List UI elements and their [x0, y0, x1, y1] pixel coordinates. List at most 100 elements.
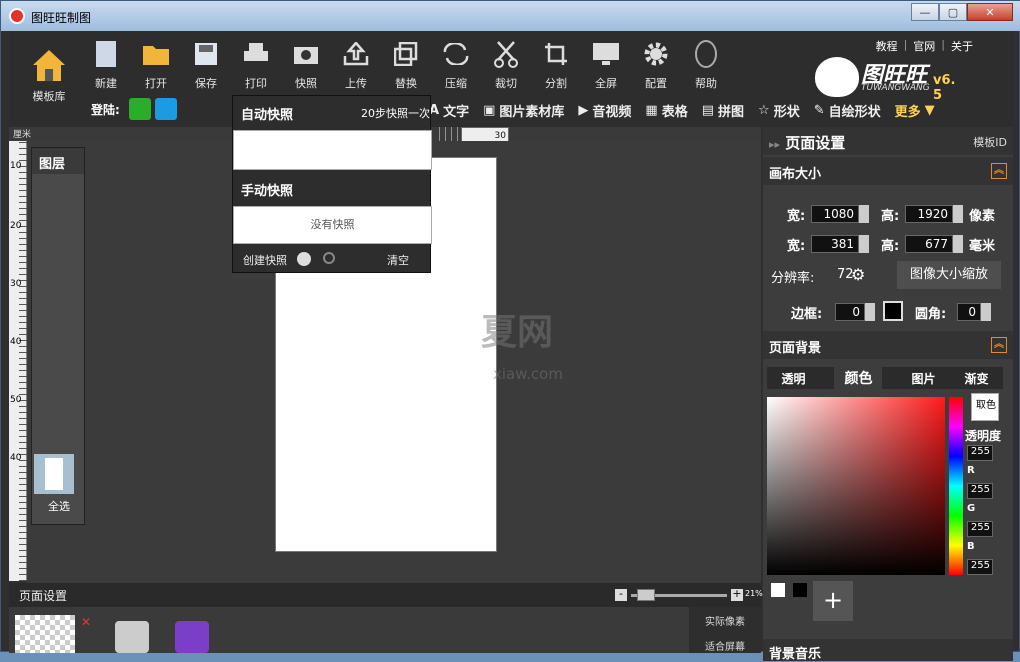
radius-input[interactable]: 0: [957, 303, 981, 321]
collapse-icon[interactable]: ︽: [991, 337, 1007, 353]
border-spinner[interactable]: [865, 303, 875, 321]
clear-snapshots-button[interactable]: 清空: [387, 252, 409, 268]
add-page-icon[interactable]: [115, 621, 149, 653]
red-input[interactable]: 255: [967, 483, 993, 499]
new-button[interactable]: 新建: [83, 39, 129, 91]
image-icon: ▣: [483, 103, 496, 118]
snapshot-popup: 自动快照 20步快照一次 手动快照 没有快照 创建快照 清空: [232, 95, 432, 273]
border-input[interactable]: 0: [835, 303, 865, 321]
create-snapshot-button[interactable]: 创建快照: [243, 252, 287, 268]
qq-login-icon[interactable]: [155, 98, 177, 120]
select-all-button[interactable]: 全选: [32, 498, 86, 514]
height-px-input[interactable]: 1920: [905, 205, 953, 223]
white-swatch[interactable]: [771, 583, 785, 597]
penguin-icon: [683, 39, 729, 69]
page-thumbnails: [9, 607, 689, 653]
about-link[interactable]: 关于: [951, 38, 973, 54]
tab-image[interactable]: 图片: [911, 370, 935, 387]
collapse-icon[interactable]: ︽: [991, 163, 1007, 179]
green-input[interactable]: 255: [967, 521, 993, 537]
background-tabs: 透明 颜色 图片 渐变: [767, 365, 1003, 391]
color-picker-area[interactable]: [767, 397, 945, 575]
login-label: 登陆:: [91, 103, 120, 117]
tab-gradient[interactable]: 渐变: [964, 370, 988, 387]
view-options: 实际像素 适合屏幕: [689, 607, 761, 653]
zoom-in-button[interactable]: +: [731, 588, 743, 601]
more-button[interactable]: 更多 ▼: [895, 101, 935, 120]
text-tool[interactable]: A 文字: [429, 101, 469, 120]
page-background-section: 页面背景 ︽: [763, 331, 1013, 359]
width-px-input[interactable]: 1080: [811, 205, 859, 223]
minimize-button[interactable]: —: [911, 3, 939, 21]
media-tool[interactable]: ▶ 音视频: [578, 101, 631, 120]
canvas-size-section: 画布大小 ︽: [763, 157, 1013, 185]
page-thumbnail[interactable]: [15, 615, 75, 653]
actual-pixels-button[interactable]: 实际像素: [689, 613, 761, 628]
zoom-slider-handle[interactable]: [637, 589, 655, 601]
image-scale-button[interactable]: 图像大小缩放: [897, 261, 1001, 289]
pawn-icon[interactable]: [175, 621, 209, 653]
custom-shape-tool[interactable]: ✎ 自绘形状: [814, 101, 881, 120]
snapshot-settings-icon[interactable]: [297, 252, 311, 266]
page-settings-panel: ▸▸ 页面设置 模板ID 画布大小 ︽ 宽: 1080 高: 1920 像素 宽…: [763, 127, 1013, 662]
image-library-tool[interactable]: ▣ 图片素材库: [483, 101, 564, 120]
compress-button[interactable]: 压缩: [433, 39, 479, 91]
height-mm-input[interactable]: 677: [905, 235, 953, 253]
replace-button[interactable]: 替换: [383, 39, 429, 91]
star-icon: ☆: [758, 103, 770, 118]
fullscreen-button[interactable]: 全屏: [583, 39, 629, 91]
maximize-button[interactable]: ▢: [939, 3, 967, 21]
eyedropper-button[interactable]: 取色: [971, 393, 999, 421]
add-color-button[interactable]: +: [813, 581, 853, 621]
layer-thumbnail[interactable]: [34, 454, 74, 494]
save-button[interactable]: 保存: [183, 39, 229, 91]
zoom-out-button[interactable]: -: [615, 588, 627, 601]
tab-color[interactable]: 颜色: [834, 365, 883, 391]
cut-button[interactable]: 裁切: [483, 39, 529, 91]
collage-tool[interactable]: ▤ 拼图: [702, 101, 744, 120]
width-px-spinner[interactable]: [859, 205, 869, 223]
upload-button[interactable]: 上传: [333, 39, 379, 91]
print-button[interactable]: 打印: [233, 39, 279, 91]
height-px-spinner[interactable]: [953, 205, 963, 223]
width-mm-spinner[interactable]: [859, 235, 869, 253]
help-button[interactable]: 帮助: [683, 39, 729, 91]
tutorial-link[interactable]: 教程: [876, 38, 898, 54]
radius-spinner[interactable]: [981, 303, 991, 321]
wechat-login-icon[interactable]: [129, 98, 151, 120]
window-title: 图旺旺制图: [31, 11, 92, 25]
layers-title: 图层: [32, 148, 84, 174]
delete-page-icon[interactable]: ✕: [81, 615, 91, 629]
split-button[interactable]: 分割: [533, 39, 579, 91]
layers-panel: 图层 全选: [31, 147, 85, 525]
gear-icon[interactable]: ⚙: [851, 265, 865, 284]
fit-screen-button[interactable]: 适合屏幕: [689, 638, 761, 653]
panel-header: ▸▸ 页面设置 模板ID: [763, 127, 1013, 155]
app-icon: [9, 8, 25, 24]
caret-down-icon: ▼: [924, 103, 935, 118]
shape-tool[interactable]: ☆ 形状: [758, 101, 800, 120]
snapshot-button[interactable]: 快照: [283, 39, 329, 91]
width-mm-input[interactable]: 381: [811, 235, 859, 253]
snapshot-search-icon[interactable]: [323, 252, 335, 264]
height-mm-spinner[interactable]: [953, 235, 963, 253]
template-id-label[interactable]: 模板ID: [973, 134, 1007, 150]
official-site-link[interactable]: 官网: [913, 38, 935, 54]
auto-snapshot-interval[interactable]: 20步快照一次: [361, 105, 430, 121]
hue-slider[interactable]: [949, 397, 963, 575]
config-button[interactable]: 配置: [633, 39, 679, 91]
tab-transparent[interactable]: 透明: [781, 370, 805, 387]
auto-snapshot-list[interactable]: [233, 130, 432, 170]
watermark-url: xiaw.com: [493, 365, 563, 383]
disk-icon: [183, 39, 229, 69]
upload-icon: [333, 39, 379, 69]
blue-input[interactable]: 255: [967, 559, 993, 575]
refresh-icon: [433, 39, 479, 69]
close-button[interactable]: ✕: [967, 3, 1013, 21]
open-button[interactable]: 打开: [133, 39, 179, 91]
manual-snapshot-list[interactable]: 没有快照: [233, 206, 432, 244]
alpha-input[interactable]: 255: [967, 445, 993, 461]
border-color-swatch[interactable]: [883, 301, 903, 321]
black-swatch[interactable]: [793, 583, 807, 597]
table-tool[interactable]: ▦ 表格: [645, 101, 687, 120]
